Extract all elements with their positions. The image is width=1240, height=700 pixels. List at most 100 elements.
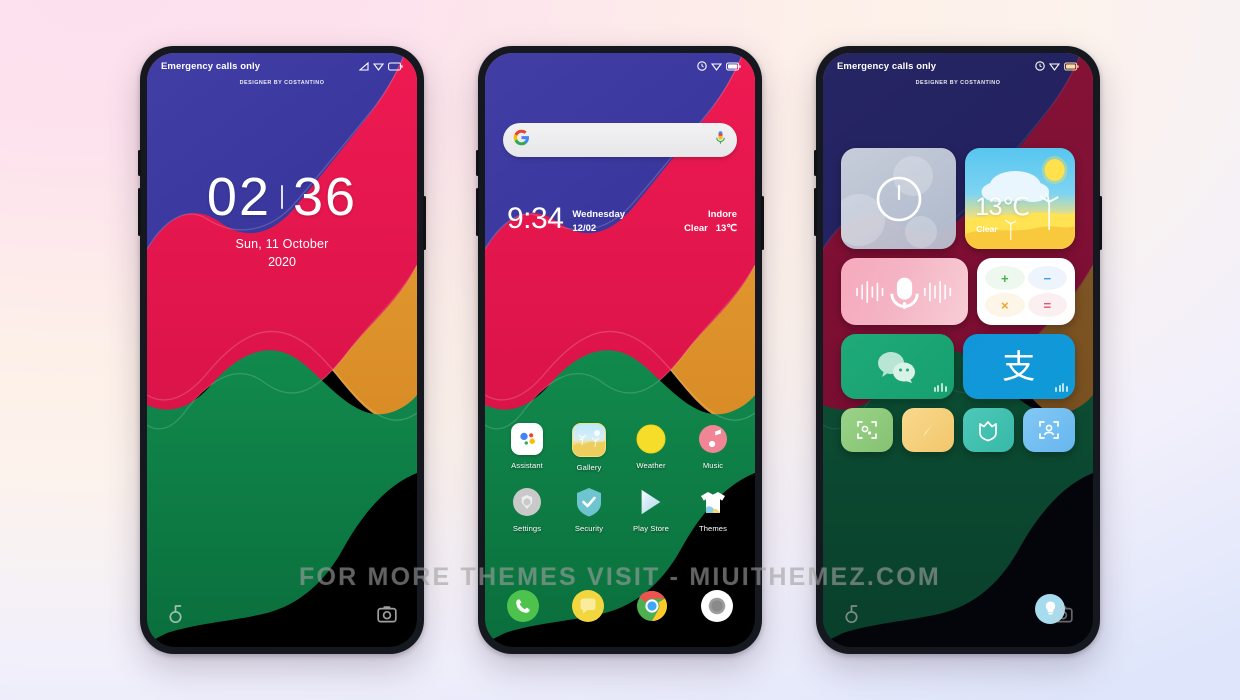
voice-assistant-widget[interactable] bbox=[841, 258, 969, 325]
temperature-text: 13℃ bbox=[715, 223, 737, 235]
calc-key-subtract[interactable]: − bbox=[1027, 266, 1067, 290]
lock-time: 02 36 bbox=[147, 170, 417, 224]
date-group: Wednesday 12/02 bbox=[572, 205, 625, 237]
app-settings[interactable]: Settings bbox=[499, 486, 555, 533]
wifi-icon bbox=[711, 62, 722, 71]
power-button[interactable] bbox=[761, 196, 764, 250]
power-button[interactable] bbox=[1099, 196, 1102, 250]
scan-person-icon bbox=[1039, 421, 1059, 439]
scan-person-widget[interactable] bbox=[1023, 408, 1075, 452]
gallery-icon bbox=[572, 423, 606, 457]
widget-row bbox=[841, 408, 1075, 452]
app-playstore[interactable]: Play Store bbox=[623, 486, 679, 533]
lock-minutes: 36 bbox=[293, 167, 358, 227]
home-clock-weather-widget[interactable]: 9:34 Wednesday 12/02 Indore Clear 13℃ bbox=[507, 202, 737, 237]
widget-row: 13℃ Clear bbox=[841, 148, 1075, 249]
app-security[interactable]: Security bbox=[561, 486, 617, 533]
calc-key-multiply[interactable]: × bbox=[985, 293, 1025, 317]
weather-group: Indore Clear 13℃ bbox=[684, 205, 737, 237]
themes-shirt-icon bbox=[697, 486, 729, 518]
phone-lockscreen: Emergency calls only DESIGNER BY COSTANT… bbox=[138, 46, 426, 654]
chrome-icon[interactable] bbox=[636, 590, 668, 622]
music-note-icon bbox=[697, 423, 729, 455]
google-g-icon bbox=[513, 129, 530, 151]
lockscreen-clock: 02 36 Sun, 11 October 2020 bbox=[147, 170, 417, 269]
mi-security-widget[interactable] bbox=[962, 408, 1015, 452]
statusbar: Emergency calls only bbox=[823, 53, 1093, 79]
app-assistant[interactable]: Assistant bbox=[499, 423, 555, 472]
signal-bars-icon bbox=[1055, 383, 1068, 392]
compass-widget[interactable] bbox=[901, 408, 954, 452]
lockscreen-display: Emergency calls only DESIGNER BY COSTANT… bbox=[147, 53, 417, 647]
widget-grid: 13℃ Clear + − × = 支 bbox=[841, 148, 1075, 452]
settings-gear-icon bbox=[511, 486, 543, 518]
wifi-icon bbox=[1049, 62, 1060, 71]
microphone-waveform-icon bbox=[856, 277, 952, 309]
microphone-icon[interactable] bbox=[714, 130, 727, 151]
flashlight-icon[interactable] bbox=[167, 604, 184, 629]
analog-clock-icon bbox=[876, 176, 921, 221]
statusbar bbox=[485, 53, 755, 79]
battery-icon bbox=[726, 62, 741, 70]
wifi-icon bbox=[373, 62, 384, 71]
wallpaper-fluid-art bbox=[147, 53, 417, 647]
designer-credit: DESIGNER BY COSTANTINO bbox=[915, 80, 1001, 86]
home-time: 9:34 bbox=[507, 202, 564, 235]
wechat-widget[interactable] bbox=[841, 334, 954, 399]
camera-lens-icon[interactable] bbox=[700, 590, 733, 622]
app-row: Settings Security Play Store Themes bbox=[499, 486, 741, 533]
condition-text: Clear bbox=[684, 223, 708, 235]
home-day: Wednesday bbox=[572, 209, 626, 220]
mi-security-icon bbox=[979, 421, 998, 442]
statusbar-icons bbox=[697, 61, 741, 71]
lock-date: Sun, 11 October bbox=[235, 237, 329, 251]
app-gallery[interactable]: Gallery bbox=[561, 423, 617, 472]
volume-up-button[interactable] bbox=[138, 150, 141, 176]
camera-icon[interactable] bbox=[1053, 605, 1073, 628]
statusbar: Emergency calls only bbox=[147, 53, 417, 79]
clock-separator bbox=[281, 185, 283, 209]
carrier-label: Emergency calls only bbox=[837, 60, 937, 72]
scan-code-widget[interactable] bbox=[841, 408, 893, 452]
phone-handset-icon[interactable] bbox=[507, 590, 539, 622]
volume-up-button[interactable] bbox=[814, 150, 817, 176]
alarm-icon bbox=[1035, 61, 1045, 71]
weather-city: Indore bbox=[707, 209, 737, 220]
widgets-display: Emergency calls only DESIGNER BY COSTANT… bbox=[823, 53, 1093, 647]
app-themes[interactable]: Themes bbox=[685, 486, 741, 533]
alarm-icon bbox=[697, 61, 707, 71]
message-bubble-icon[interactable] bbox=[571, 590, 604, 622]
statusbar-icons bbox=[1035, 61, 1079, 71]
flashlight-icon[interactable] bbox=[843, 604, 860, 629]
power-button[interactable] bbox=[423, 196, 426, 250]
weather-temperature: 13℃ bbox=[975, 193, 1030, 221]
weather-condition: Clear 13℃ bbox=[684, 222, 737, 236]
app-row: Assistant Gallery Weather Music bbox=[499, 423, 741, 472]
carrier-label: Emergency calls only bbox=[161, 60, 261, 72]
play-store-icon bbox=[635, 486, 667, 518]
designer-credit: DESIGNER BY COSTANTINO bbox=[239, 80, 325, 86]
right-shortcut-group bbox=[1035, 593, 1073, 628]
calculator-widget[interactable]: + − × = bbox=[977, 258, 1075, 325]
google-search-bar[interactable] bbox=[503, 123, 737, 157]
calc-key-equals[interactable]: = bbox=[1027, 293, 1067, 317]
calc-key-add[interactable]: + bbox=[985, 266, 1025, 290]
app-label: Music bbox=[702, 461, 724, 470]
signal-bars-icon bbox=[933, 383, 947, 392]
clock-group: 9:34 Wednesday 12/02 bbox=[507, 202, 625, 237]
app-label: Assistant bbox=[511, 461, 543, 470]
compass-needle-icon bbox=[923, 424, 933, 436]
clock-widget[interactable] bbox=[841, 148, 957, 249]
alipay-widget[interactable]: 支 bbox=[962, 334, 1075, 399]
phone-widgets: Emergency calls only DESIGNER BY COSTANT… bbox=[814, 46, 1102, 654]
weather-widget[interactable]: 13℃ Clear bbox=[965, 148, 1075, 249]
app-music[interactable]: Music bbox=[685, 423, 741, 472]
volume-down-button[interactable] bbox=[814, 188, 817, 236]
volume-down-button[interactable] bbox=[138, 188, 141, 236]
camera-icon[interactable] bbox=[377, 605, 397, 628]
volume-up-button[interactable] bbox=[476, 150, 479, 176]
app-weather[interactable]: Weather bbox=[623, 423, 679, 472]
battery-icon bbox=[388, 62, 403, 70]
wechat-icon bbox=[878, 351, 916, 383]
volume-down-button[interactable] bbox=[476, 188, 479, 236]
